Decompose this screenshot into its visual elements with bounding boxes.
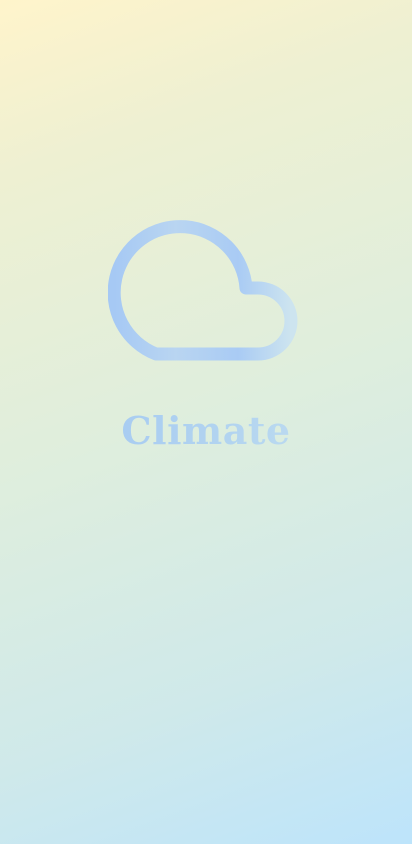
splash-screen: Climate [0,0,412,844]
app-title: Climate [0,408,412,454]
cloud-icon [108,220,298,361]
